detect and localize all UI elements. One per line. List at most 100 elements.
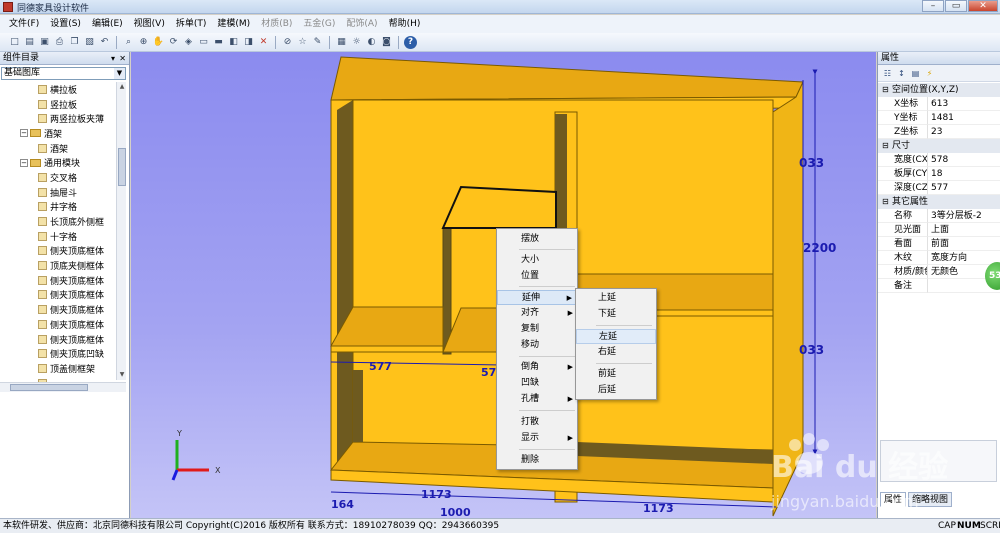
property-value[interactable]: 577 xyxy=(928,181,1000,195)
menu-settings[interactable]: 设置(S) xyxy=(45,15,86,33)
property-row[interactable]: 深度(CZ) 577 xyxy=(878,181,1000,195)
menu-hardware[interactable]: 五金(G) xyxy=(298,15,340,33)
submenu-item-extend-down[interactable]: 下延 xyxy=(576,307,656,322)
property-row[interactable]: X坐标 613 xyxy=(878,97,1000,111)
close-icon[interactable]: ✕ xyxy=(119,52,126,65)
view-top-icon[interactable]: ▬ xyxy=(212,36,225,49)
tree-item[interactable]: 顶盖侧框架 xyxy=(0,361,116,376)
tree-item[interactable]: 抽屉斗 xyxy=(0,185,116,200)
menu-item-align[interactable]: 对齐 ▶ xyxy=(497,306,577,321)
pan-icon[interactable]: ✋ xyxy=(152,36,165,49)
collapse-icon[interactable]: − xyxy=(20,129,28,138)
tree-item[interactable]: 侧夹顶底框体 xyxy=(0,317,116,332)
collapse-icon[interactable]: − xyxy=(20,158,28,167)
tree-folder[interactable]: − 酒架 xyxy=(0,126,116,141)
property-value[interactable]: 1481 xyxy=(928,111,1000,125)
camera-icon[interactable]: ◙ xyxy=(380,36,393,49)
tree-item[interactable]: 竖拉板 xyxy=(0,97,116,112)
tree-item[interactable]: 交叉格 xyxy=(0,170,116,185)
property-row[interactable]: 宽度(CX) 578 xyxy=(878,153,1000,167)
scroll-up-icon[interactable]: ▲ xyxy=(118,83,126,91)
menu-item-move[interactable]: 移动 xyxy=(497,338,577,353)
print-icon[interactable]: ⎙ xyxy=(53,36,66,49)
scrollbar-thumb[interactable] xyxy=(10,384,88,391)
measure-icon[interactable]: ⊘ xyxy=(281,36,294,49)
submenu-item-extend-front[interactable]: 前延 xyxy=(576,367,656,382)
tree-item[interactable]: 侧夹顶底框体 xyxy=(0,332,116,347)
tree-item[interactable]: 侧夹顶底框体 xyxy=(0,288,116,303)
menu-item-size[interactable]: 大小 xyxy=(497,253,577,268)
pin-icon[interactable]: ▾ xyxy=(111,52,115,65)
menu-help[interactable]: 帮助(H) xyxy=(384,15,426,33)
submenu-item-extend-back[interactable]: 后延 xyxy=(576,383,656,398)
tree-item[interactable]: 顶底夹侧框体 xyxy=(0,258,116,273)
pencil-icon[interactable]: ✎ xyxy=(311,36,324,49)
view-left-icon[interactable]: ◧ xyxy=(227,36,240,49)
tree-item[interactable]: 两竖拉板夹薄 xyxy=(0,111,116,126)
zoom-in-icon[interactable]: ⊕ xyxy=(137,36,150,49)
tree-item[interactable]: 长顶底外侧框 xyxy=(0,214,116,229)
rotate-icon[interactable]: ⟳ xyxy=(167,36,180,49)
collapse-icon[interactable]: ⊟ xyxy=(882,195,892,209)
menu-item-hole-slot[interactable]: 孔槽 ▶ xyxy=(497,392,577,407)
menu-item-chamfer[interactable]: 倒角 ▶ xyxy=(497,360,577,375)
vertical-scrollbar[interactable]: ▲ ▼ xyxy=(116,82,126,380)
minimize-button[interactable]: – xyxy=(922,0,944,12)
property-value[interactable]: 18 xyxy=(928,167,1000,181)
tree-item[interactable]: 侧夹顶底框体 xyxy=(0,302,116,317)
left-shelf-front[interactable] xyxy=(330,345,444,353)
horizontal-scrollbar[interactable] xyxy=(0,382,126,392)
open-icon[interactable]: ▤ xyxy=(23,36,36,49)
menu-item-position[interactable]: 位置 xyxy=(497,269,577,284)
tree-item[interactable]: 侧夹顶底框体 xyxy=(0,273,116,288)
menu-edit[interactable]: 编辑(E) xyxy=(87,15,128,33)
maximize-button[interactable]: ▭ xyxy=(945,0,967,12)
render-icon[interactable]: ◐ xyxy=(365,36,378,49)
menu-item-explode[interactable]: 打散 xyxy=(497,415,577,430)
collapse-icon[interactable]: ⊟ xyxy=(882,139,892,153)
property-row[interactable]: 材质/颜色无颜色 xyxy=(878,265,1000,279)
collapse-icon[interactable]: ⊟ xyxy=(882,83,892,97)
categorized-icon[interactable]: ☷ xyxy=(882,68,893,79)
property-value[interactable]: 613 xyxy=(928,97,1000,111)
light-icon[interactable]: ☼ xyxy=(350,36,363,49)
property-category[interactable]: ⊟ 空间位置(X,Y,Z) xyxy=(878,83,1000,97)
menu-material[interactable]: 材质(B) xyxy=(256,15,297,33)
menu-accessories[interactable]: 配饰(A) xyxy=(341,15,382,33)
close-button[interactable]: ✕ xyxy=(968,0,998,12)
submenu-item-extend-up[interactable]: 上延 xyxy=(576,291,656,306)
menu-item-display[interactable]: 显示 ▶ xyxy=(497,431,577,446)
sort-alpha-icon[interactable]: ↕ xyxy=(896,68,907,79)
chevron-down-icon[interactable]: ▼ xyxy=(114,68,125,79)
delete-icon[interactable]: ✕ xyxy=(257,36,270,49)
help-icon[interactable]: ? xyxy=(404,35,417,49)
view-3d-icon[interactable]: ◈ xyxy=(182,36,195,49)
property-row[interactable]: Z坐标 23 xyxy=(878,125,1000,139)
property-value[interactable]: 3等分层板-2 xyxy=(928,209,1000,223)
view-right-icon[interactable]: ◨ xyxy=(242,36,255,49)
menu-split-order[interactable]: 拆单(T) xyxy=(171,15,212,33)
copy-icon[interactable]: ❐ xyxy=(68,36,81,49)
submenu-item-extend-left[interactable]: 左延 xyxy=(576,329,656,344)
menu-view[interactable]: 视图(V) xyxy=(129,15,170,33)
property-value[interactable]: 宽度方向 xyxy=(928,251,1000,265)
property-category[interactable]: ⊟ 尺寸 xyxy=(878,139,1000,153)
scroll-down-icon[interactable]: ▼ xyxy=(118,371,126,379)
property-value[interactable]: 前面 xyxy=(928,237,1000,251)
star-icon[interactable]: ☆ xyxy=(296,36,309,49)
tree-item[interactable]: 侧夹顶底凹缺 xyxy=(0,346,116,361)
events-icon[interactable]: ⚡ xyxy=(924,68,935,79)
save-icon[interactable]: ▣ xyxy=(38,36,51,49)
property-row[interactable]: 木纹 宽度方向 xyxy=(878,251,1000,265)
paste-icon[interactable]: ▧ xyxy=(83,36,96,49)
tree-folder[interactable]: − 通用模块 xyxy=(0,155,116,170)
selected-shelf[interactable] xyxy=(441,185,557,229)
menu-item-place[interactable]: 摆放 xyxy=(497,232,577,247)
zoom-icon[interactable]: ⌕ xyxy=(122,36,135,49)
library-select[interactable]: 基础图库 ▼ xyxy=(1,67,126,80)
view-front-icon[interactable]: ▭ xyxy=(197,36,210,49)
tree-item[interactable]: 横拉板 xyxy=(0,82,116,97)
tree-item[interactable]: 侧夹顶底框体 xyxy=(0,244,116,259)
tree-item[interactable]: 井字格 xyxy=(0,200,116,215)
property-row[interactable]: 名称 3等分层板-2 xyxy=(878,209,1000,223)
